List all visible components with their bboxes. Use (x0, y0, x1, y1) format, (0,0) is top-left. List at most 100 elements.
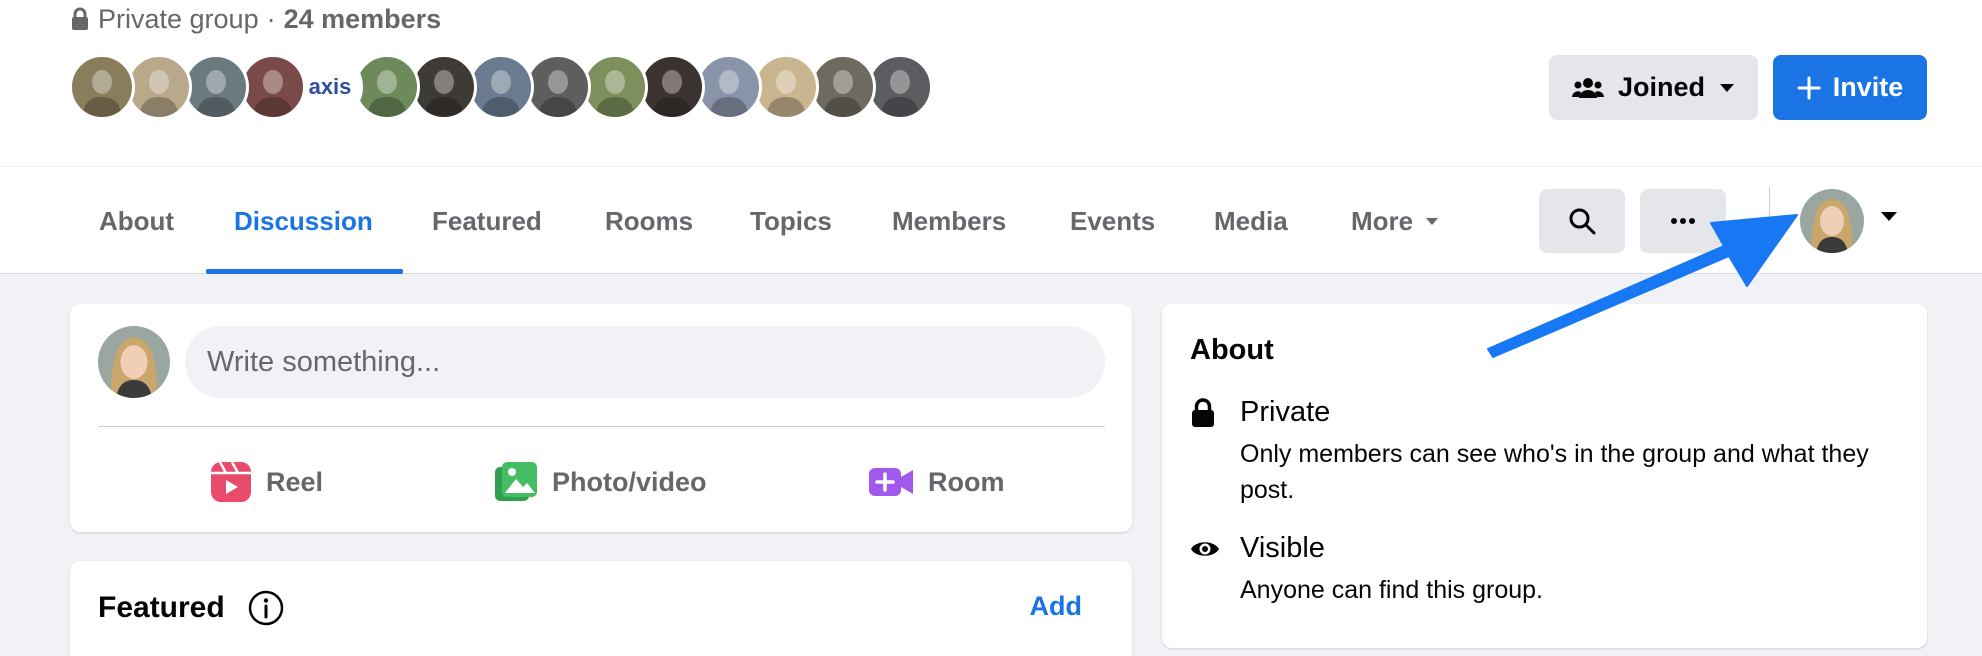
reel-button[interactable]: Reel (210, 452, 323, 512)
ellipsis-icon (1671, 218, 1695, 224)
tab-label: Rooms (605, 205, 694, 236)
about-row-title: Visible (1240, 532, 1325, 564)
separator: · (266, 3, 276, 34)
about-panel: About Private Only members can see who's… (1162, 304, 1927, 648)
info-icon[interactable] (247, 589, 285, 627)
member-photo (652, 70, 692, 117)
invite-label: Invite (1832, 72, 1904, 102)
tab-more[interactable]: More (1351, 167, 1439, 275)
room-button[interactable]: Room (868, 452, 1005, 512)
profile-photo (98, 326, 170, 398)
photo-video-label: Photo/video (552, 466, 707, 497)
tab-featured[interactable]: Featured (432, 167, 542, 275)
post-composer: Reel Photo/video Room (70, 304, 1132, 532)
tab-media[interactable]: Media (1214, 167, 1288, 275)
composer-divider (98, 426, 1105, 427)
people-icon (1571, 77, 1604, 98)
room-label: Room (928, 466, 1005, 497)
caret-down-icon (1720, 83, 1734, 92)
lock-icon (1192, 398, 1214, 427)
member-photo (766, 70, 806, 117)
search-button[interactable] (1539, 189, 1625, 253)
photo-video-icon (495, 462, 537, 501)
plus-icon (1797, 76, 1821, 99)
about-row-description: Only members can see who's in the group … (1240, 440, 1869, 504)
featured-section: Featured Add (70, 561, 1132, 656)
member-photo (82, 70, 122, 117)
lock-icon (72, 7, 88, 30)
about-title: About (1190, 334, 1274, 366)
tab-events[interactable]: Events (1070, 167, 1155, 275)
tab-label: Members (892, 205, 1007, 236)
group-nav-bar: About Discussion Featured Rooms Topics M… (0, 166, 1982, 274)
reel-label: Reel (266, 466, 324, 497)
reel-icon (211, 461, 251, 502)
profile-photo (1800, 189, 1864, 253)
member-photo (424, 70, 464, 117)
tab-label: About (99, 205, 175, 236)
privacy-label: Private group (98, 3, 259, 34)
about-row-description: Anyone can find this group. (1240, 576, 1543, 604)
group-header: Private group · 24 members axis Joined I… (0, 0, 1982, 166)
joined-label: Joined (1617, 72, 1705, 102)
featured-add-link[interactable]: Add (1030, 591, 1082, 622)
about-row-private: Private Only members can see who's in th… (1190, 396, 1910, 504)
member-avatar-4[interactable] (240, 54, 306, 120)
tab-members[interactable]: Members (892, 167, 1006, 275)
member-avatar-7[interactable] (411, 54, 477, 120)
member-avatar-14[interactable] (810, 54, 876, 120)
member-photo (595, 70, 635, 117)
member-avatar-logo-text: axis (308, 74, 352, 99)
more-options-button[interactable] (1640, 189, 1726, 253)
caret-down-icon[interactable] (1880, 211, 1898, 222)
member-photo (880, 70, 920, 117)
eye-icon (1191, 542, 1219, 556)
tab-about[interactable]: About (99, 167, 174, 275)
member-photo (709, 70, 749, 117)
featured-title: Featured (98, 591, 225, 624)
search-icon (1569, 208, 1596, 235)
member-photo (367, 70, 407, 117)
invite-button[interactable]: Invite (1773, 55, 1927, 120)
tab-label: Media (1214, 205, 1288, 236)
member-avatar-10[interactable] (582, 54, 648, 120)
active-tab-indicator (206, 269, 403, 274)
member-avatar-15[interactable] (867, 54, 933, 120)
member-photo (139, 70, 179, 117)
composer-avatar (98, 326, 170, 398)
member-avatar-6[interactable] (354, 54, 420, 120)
profile-picture[interactable] (1800, 189, 1864, 253)
tab-label: Discussion (234, 205, 373, 236)
member-photo (823, 70, 863, 117)
room-video-icon (869, 468, 913, 496)
nav-divider (1769, 187, 1770, 253)
member-photo (196, 70, 236, 117)
photo-video-button[interactable]: Photo/video (494, 452, 707, 512)
member-photo (481, 70, 521, 117)
member-avatar-3[interactable] (183, 54, 249, 120)
tab-topics[interactable]: Topics (750, 167, 832, 275)
member-avatar-1[interactable] (69, 54, 135, 120)
member-avatar-9[interactable] (525, 54, 591, 120)
member-avatar-8[interactable] (468, 54, 534, 120)
member-count-link[interactable]: 24 members (284, 4, 442, 35)
member-avatar-2[interactable] (126, 54, 192, 120)
tab-label: Featured (432, 205, 542, 236)
tab-label: Events (1070, 205, 1156, 236)
about-row-title: Private (1240, 396, 1331, 428)
member-avatar-stack[interactable]: axis (69, 54, 933, 122)
group-privacy-line: Private group · 24 members (70, 3, 441, 35)
tab-label: Topics (750, 205, 832, 236)
joined-button[interactable]: Joined (1549, 55, 1758, 120)
write-something-input[interactable] (185, 326, 1105, 398)
tab-discussion[interactable]: Discussion (234, 167, 373, 275)
about-row-visible: Visible Anyone can find this group. (1190, 532, 1910, 612)
member-avatar-13[interactable] (753, 54, 819, 120)
member-photo (538, 70, 578, 117)
member-avatar-5[interactable]: axis (297, 54, 363, 120)
member-photo (253, 70, 293, 117)
member-avatar-11[interactable] (639, 54, 705, 120)
caret-down-icon (1426, 217, 1439, 225)
tab-rooms[interactable]: Rooms (605, 167, 693, 275)
member-avatar-12[interactable] (696, 54, 762, 120)
